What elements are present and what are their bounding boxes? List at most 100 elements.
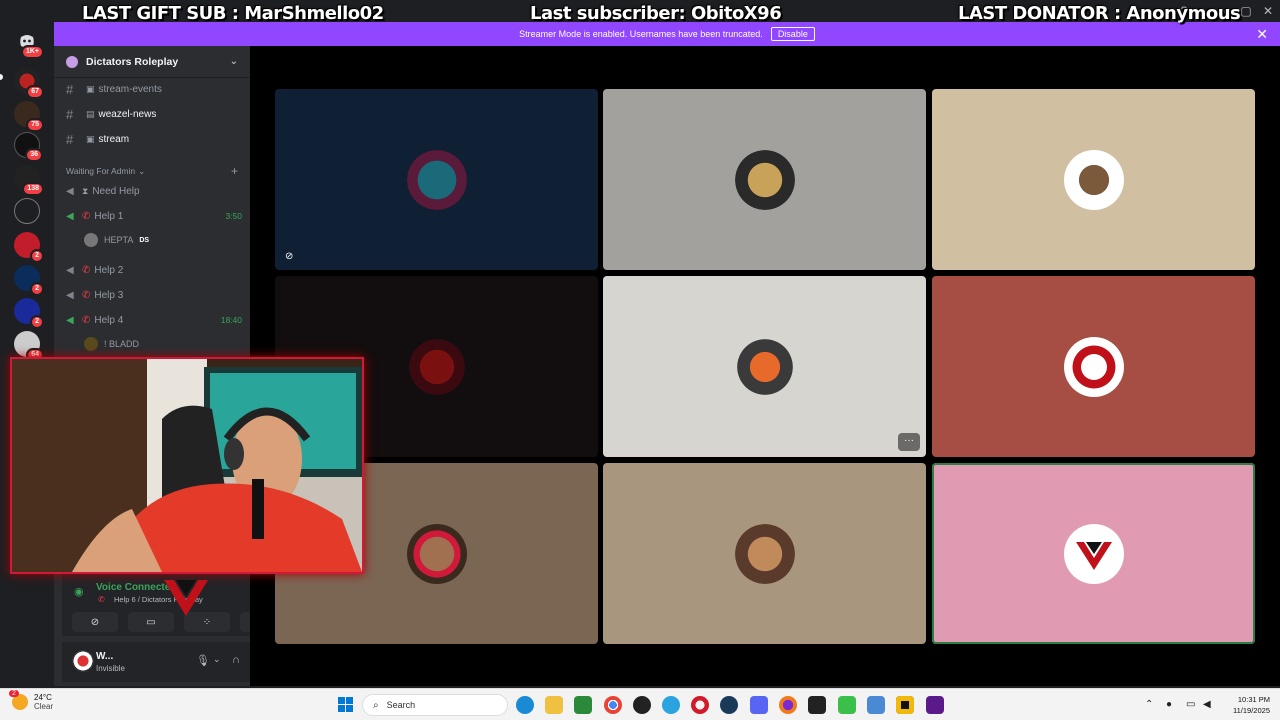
start-button[interactable] [338,697,354,713]
guild-icon [66,55,78,68]
close-icon[interactable]: ✕ [1256,26,1268,43]
chevron-up-icon[interactable]: ⌃ [1145,699,1153,710]
more-options-button[interactable]: ··· [898,433,920,451]
file-explorer-icon[interactable] [545,696,563,714]
user-tag: DS [139,236,150,244]
edge-icon[interactable] [516,696,534,714]
app-icon[interactable] [926,696,944,714]
disable-streamer-mode-button[interactable]: Disable [770,27,815,41]
user-status: Invisible [96,664,125,673]
avatar [84,337,98,351]
chevron-down-icon: ⌄ [229,56,238,67]
server-icon[interactable]: 36 [14,132,43,162]
app-icon[interactable] [867,696,885,714]
channel-stream-events[interactable]: # ▣ stream-events [62,78,242,100]
search-icon: ⌕ [373,699,379,711]
voice-user[interactable]: HEPTA DS [84,231,149,249]
banner-message: Streamer Mode is enabled. Usernames have… [519,29,763,39]
firefox-icon[interactable] [779,696,797,714]
overlay-last-gift-sub: LAST GIFT SUB : MarShmello02 [82,3,384,24]
voice-channel-need-help[interactable]: ◀ ⧗ Need Help [62,180,242,202]
epic-games-icon[interactable] [808,696,826,714]
home-badge: 1K+ [20,45,44,59]
category-waiting-for-admin[interactable]: Waiting For Admin ⌄ + [66,163,238,179]
store-icon[interactable] [574,696,592,714]
overlay-last-subscriber: Last subscriber: ObitoX96 [530,3,782,24]
app-icon[interactable] [838,696,856,714]
server-icon[interactable]: 64 [14,331,44,362]
telegram-icon[interactable] [662,696,680,714]
channel-stream[interactable]: # ▣ stream [62,128,242,150]
tv-icon: ▤ [86,108,95,119]
avatar [1063,336,1124,397]
phone-icon: ✆ [82,314,91,326]
channel-weazel-news[interactable]: # ▤ weazel-news [62,103,242,125]
server-icon[interactable]: 75 [14,101,44,132]
clock[interactable]: 10:31 PM 11/19/2025 [1233,694,1270,716]
home-button[interactable]: 1K+ [14,28,44,59]
binance-icon[interactable] [896,696,914,714]
chevron-down-icon[interactable]: ⌄ [213,654,221,665]
avatar [734,523,795,584]
server-icon[interactable]: 138 [14,165,44,196]
voice-call-grid: ⊘ ··· [250,46,1280,686]
avatar [84,233,98,247]
hourglass-icon: ⧗ [82,185,89,196]
server-icon[interactable]: 2 [14,298,44,329]
weather-widget[interactable]: 2 24°C Clear [9,690,53,711]
chrome-icon[interactable] [604,696,622,714]
tv-logo-icon [1075,541,1112,570]
server-icon[interactable] [14,198,40,224]
voice-channel-help-4[interactable]: ◀ ✆ Help 4 18:40 [62,309,242,331]
tv-watermark-logo-icon [164,580,208,616]
voice-channel-help-3[interactable]: ◀ ✆ Help 3 [62,284,242,306]
voice-timer: 18:40 [220,315,242,325]
opera-icon[interactable] [691,696,709,714]
participant-tile-speaking[interactable] [932,463,1255,644]
guild-header[interactable]: Dictators Roleplay ⌄ [54,46,250,78]
camera-icon: ▣ [86,133,95,144]
voice-user[interactable]: ! BLADD [84,335,139,353]
microphone-icon[interactable]: ● [1166,699,1172,710]
server-rail: 1K+ 67 75 36 138 2 2 2 64 [0,22,54,686]
camera-off-icon: ⊘ [285,251,294,262]
voice-channel-help-1[interactable]: ◀ ✆ Help 1 3:50 [62,205,242,227]
close-window-icon[interactable]: ✕ [1254,2,1280,20]
participant-tile[interactable]: ⊘ [275,89,598,270]
signal-icon[interactable]: ◉ [74,585,84,598]
headphones-icon[interactable]: ∩ [232,654,240,666]
microphone-icon[interactable]: 🎙︎ [196,654,210,667]
avatar[interactable] [72,650,94,672]
avatar [1063,523,1124,584]
network-icon[interactable]: ▭ [1186,699,1195,710]
sun-icon: 2 [9,690,28,710]
server-icon[interactable]: 2 [14,265,44,296]
participant-tile[interactable] [603,463,926,644]
clock-time: 10:31 PM [1237,695,1270,704]
hash-icon: # [66,106,74,122]
participant-tile[interactable] [603,89,926,270]
participant-tile[interactable]: ··· [603,276,926,457]
voice-channel-help-2[interactable]: ◀ ✆ Help 2 [62,259,242,281]
speaker-icon: ◀ [66,264,74,276]
hash-icon: # [66,81,74,97]
participant-tile[interactable] [932,89,1255,270]
server-icon[interactable]: 67 [14,68,44,99]
avatar [734,336,795,397]
taskbar-search[interactable]: ⌕ Search [362,694,508,716]
avatar [1063,149,1124,210]
avatar [406,336,467,397]
discord-icon[interactable] [750,696,768,714]
camera-off-button[interactable]: ⊘ [72,612,118,632]
phone-icon: ✆ [82,289,91,301]
obs-icon[interactable] [633,696,651,714]
server-icon[interactable]: 2 [14,232,44,263]
user-name[interactable]: W... [96,651,113,662]
add-channel-icon[interactable]: + [231,164,238,178]
participant-tile[interactable] [932,276,1255,457]
clock-date: 11/19/2025 [1233,706,1270,715]
avatar [406,149,467,210]
steam-icon[interactable] [720,696,738,714]
volume-icon[interactable]: ◀ [1203,699,1211,710]
chevron-down-icon: ⌄ [138,165,146,176]
